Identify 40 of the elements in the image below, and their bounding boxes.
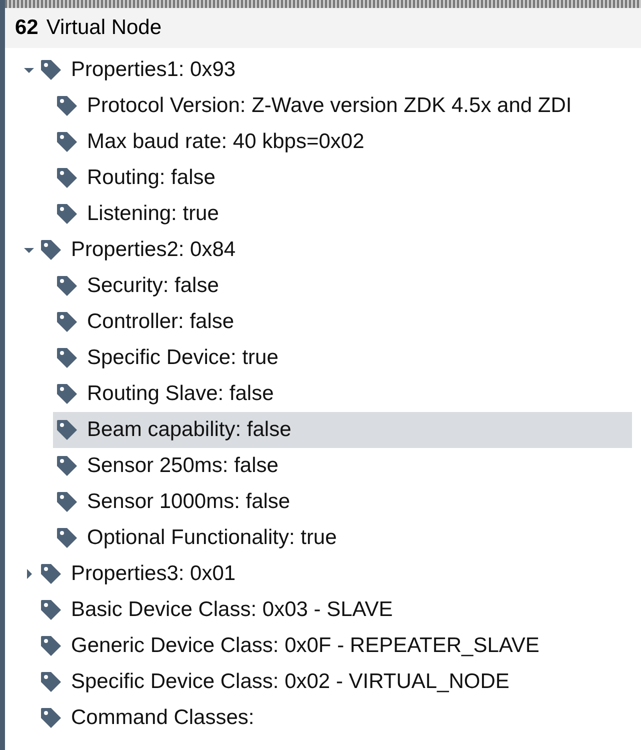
tree-item[interactable]: Security: false (53, 268, 632, 304)
tree-item[interactable]: Beam capability: false (53, 412, 632, 448)
tree-item[interactable]: Basic Device Class: 0x03 - SLAVE (37, 592, 632, 628)
tree-item[interactable]: Generic Device Class: 0x0F - REPEATER_SLAVE (37, 628, 632, 664)
tree-item[interactable]: Properties1: 0x93 (37, 52, 632, 88)
tree-item[interactable]: Max baud rate: 40 kbps=0x02 (53, 124, 632, 160)
node-number: 62 (15, 16, 38, 40)
tag-icon (39, 706, 63, 730)
tag-icon (55, 202, 79, 226)
tree-item[interactable]: Properties2: 0x84 (37, 232, 632, 268)
tag-icon (55, 454, 79, 478)
tree-item[interactable]: Sensor 1000ms: false (53, 484, 632, 520)
tag-icon (55, 310, 79, 334)
tree-item[interactable]: Routing: false (53, 160, 632, 196)
tree-item[interactable]: Optional Functionality: true (53, 520, 632, 556)
tree-item[interactable]: Controller: false (53, 304, 632, 340)
tree-item[interactable]: Protocol Version: Z-Wave version ZDK 4.5x and ZDI (53, 88, 632, 124)
tag-icon (55, 490, 79, 514)
tag-icon (55, 346, 79, 370)
tag-icon (55, 130, 79, 154)
tree-item[interactable]: Properties3: 0x01 (37, 556, 632, 592)
tree-item[interactable]: Listening: true (53, 196, 632, 232)
tag-icon (55, 274, 79, 298)
tag-icon (39, 598, 63, 622)
tag-icon (55, 166, 79, 190)
tag-icon (55, 418, 79, 442)
tag-icon (39, 238, 63, 262)
tag-icon (39, 562, 63, 586)
tree-item[interactable]: Sensor 250ms: false (53, 448, 632, 484)
tag-icon (55, 526, 79, 550)
tree-item[interactable]: Specific Device: true (53, 340, 632, 376)
tree-item[interactable]: Routing Slave: false (53, 376, 632, 412)
tree-item[interactable]: Specific Device Class: 0x02 - VIRTUAL_NODE (37, 664, 632, 700)
tag-icon (55, 382, 79, 406)
tree-item[interactable]: Command Classes: (37, 700, 632, 736)
tag-icon (39, 58, 63, 82)
tag-icon (39, 670, 63, 694)
node-title: Virtual Node (46, 16, 162, 40)
tag-icon (55, 94, 79, 118)
tag-icon (39, 634, 63, 658)
